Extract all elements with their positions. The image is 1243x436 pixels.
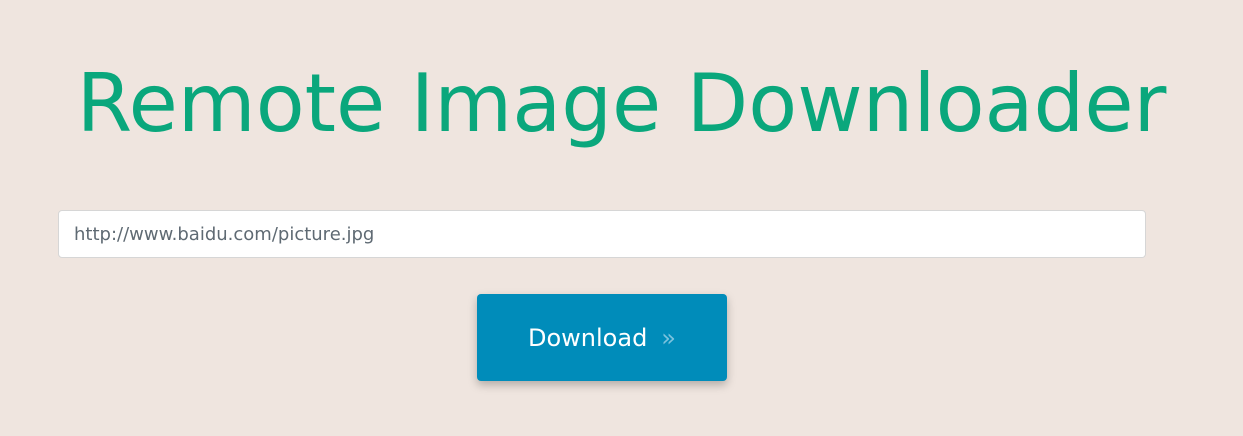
double-chevron-right-icon: »	[661, 323, 676, 352]
download-button-label: Download	[528, 323, 648, 352]
page-title: Remote Image Downloader	[76, 57, 1167, 150]
image-url-input[interactable]	[58, 210, 1146, 258]
download-button[interactable]: Download »	[477, 294, 727, 381]
